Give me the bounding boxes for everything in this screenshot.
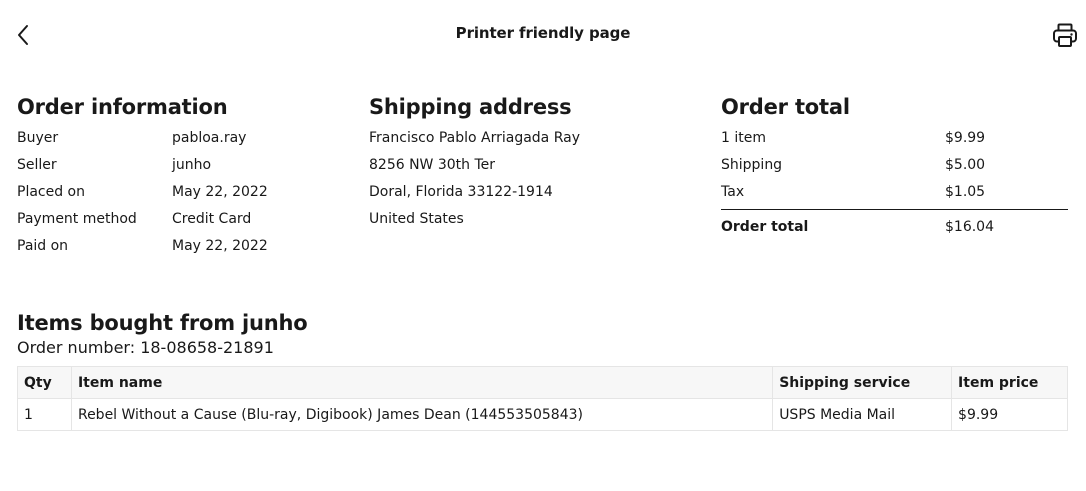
address-name: Francisco Pablo Arriagada Ray: [369, 129, 580, 146]
order-total-label: Order total: [721, 218, 809, 235]
item-qty: 1: [17, 398, 72, 431]
address-country: United States: [369, 210, 464, 227]
paid-on-value: May 22, 2022: [172, 237, 268, 254]
buyer-row: Buyer pabloa.ray: [17, 124, 347, 151]
payment-method-row: Payment method Credit Card: [17, 205, 347, 232]
placed-on-row: Placed on May 22, 2022: [17, 178, 347, 205]
address-city: Doral, Florida 33122-1914: [369, 183, 553, 200]
order-information-section: Order information Buyer pabloa.ray Selle…: [17, 94, 347, 259]
items-section: Items bought from junho Order number: 18…: [17, 310, 1068, 431]
tax-row: Tax $1.05: [721, 178, 1068, 205]
items-table: Qty Item name Shipping service Item pric…: [17, 366, 1068, 431]
order-total-section: Order total 1 item $9.99 Shipping $5.00 …: [721, 94, 1068, 243]
paid-on-row: Paid on May 22, 2022: [17, 232, 347, 259]
item-name-column-header: Item name: [70, 366, 774, 399]
printer-friendly-page: Printer friendly page Order information …: [0, 0, 1086, 491]
item-price: $9.99: [951, 398, 1068, 431]
placed-on-label: Placed on: [17, 183, 85, 200]
printer-icon: [1053, 23, 1077, 47]
seller-label: Seller: [17, 156, 57, 173]
items-subtotal-value: $9.99: [945, 129, 986, 146]
tax-value: $1.05: [945, 183, 986, 200]
buyer-label: Buyer: [17, 129, 59, 146]
order-number: Order number: 18-08658-21891: [17, 338, 274, 357]
items-heading: Items bought from junho: [17, 311, 308, 335]
placed-on-value: May 22, 2022: [172, 183, 268, 200]
shipping-cost-value: $5.00: [945, 156, 986, 173]
items-subtotal-row: 1 item $9.99: [721, 124, 1068, 151]
table-row: 1 Rebel Without a Cause (Blu-ray, Digibo…: [17, 398, 1068, 431]
order-total-heading: Order total: [721, 95, 850, 119]
item-price-column-header: Item price: [951, 366, 1068, 399]
shipping-address-heading: Shipping address: [369, 95, 572, 119]
items-subtotal-label: 1 item: [721, 129, 766, 146]
print-button[interactable]: [1050, 20, 1080, 50]
tax-label: Tax: [721, 183, 745, 200]
qty-column-header: Qty: [17, 366, 72, 399]
payment-method-value: Credit Card: [172, 210, 252, 227]
order-total-row: Order total $16.04: [721, 210, 1068, 243]
seller-row: Seller junho: [17, 151, 347, 178]
buyer-value: pabloa.ray: [172, 129, 247, 146]
order-information-heading: Order information: [17, 95, 228, 119]
shipping-cost-label: Shipping: [721, 156, 783, 173]
shipping-service-column-header: Shipping service: [772, 366, 953, 399]
shipping-cost-row: Shipping $5.00: [721, 151, 1068, 178]
items-table-header: Qty Item name Shipping service Item pric…: [17, 366, 1068, 399]
shipping-address-section: Shipping address Francisco Pablo Arriaga…: [369, 94, 699, 232]
item-shipping-service: USPS Media Mail: [772, 398, 953, 431]
seller-value: junho: [172, 156, 212, 173]
page-title: Printer friendly page: [455, 24, 631, 42]
payment-method-label: Payment method: [17, 210, 137, 227]
order-total-value: $16.04: [945, 218, 994, 235]
paid-on-label: Paid on: [17, 237, 69, 254]
address-street: 8256 NW 30th Ter: [369, 156, 496, 173]
item-name: Rebel Without a Cause (Blu-ray, Digibook…: [70, 398, 774, 431]
